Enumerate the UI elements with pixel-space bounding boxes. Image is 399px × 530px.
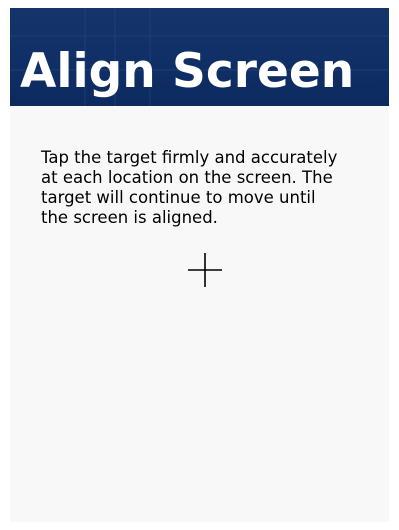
crosshair-target-icon[interactable] — [185, 250, 225, 290]
instructions-text: Tap the target firmly and accurately at … — [41, 148, 338, 227]
title-banner: Align Screen — [10, 8, 389, 106]
page-title: Align Screen — [20, 44, 355, 99]
align-screen-window: Align Screen Tap the target firmly and a… — [0, 0, 399, 530]
